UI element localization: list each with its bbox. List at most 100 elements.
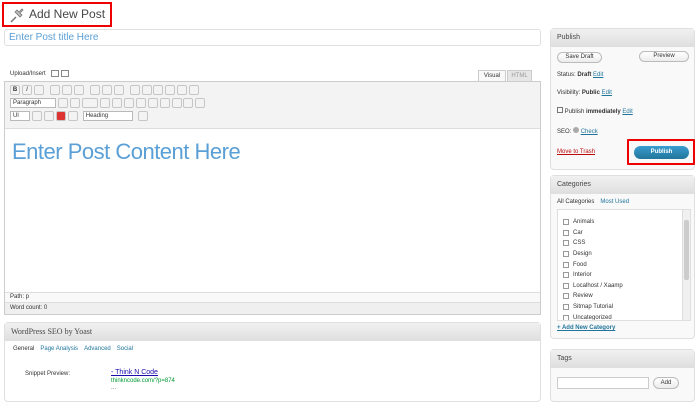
tags-title: Tags bbox=[551, 350, 694, 368]
paste-word-button[interactable] bbox=[111, 98, 122, 108]
category-item[interactable]: Animals bbox=[563, 217, 690, 228]
category-item[interactable]: Review bbox=[563, 291, 690, 302]
status-label: Status: bbox=[557, 72, 576, 78]
category-checkbox[interactable] bbox=[563, 229, 569, 236]
categories-title: Categories bbox=[551, 176, 694, 194]
tag-input[interactable] bbox=[557, 377, 649, 389]
heading-select[interactable]: Heading bbox=[82, 111, 133, 121]
editor-toolbar: B I Paragraph Ul Heading bbox=[5, 82, 540, 129]
category-checkbox[interactable] bbox=[563, 251, 569, 258]
seo-tab-general[interactable]: General bbox=[13, 346, 34, 352]
ul-select[interactable]: Ul bbox=[10, 111, 30, 121]
seo-tab-advanced[interactable]: Advanced bbox=[84, 346, 111, 352]
toolbar-icon-c[interactable] bbox=[67, 111, 78, 121]
editor-path: Path: p bbox=[5, 292, 540, 302]
category-checkbox[interactable] bbox=[563, 282, 569, 289]
category-item[interactable]: Localhost / Xaamp bbox=[563, 281, 690, 292]
indent-button[interactable] bbox=[159, 98, 170, 108]
category-item[interactable]: Sitmap Tutorial bbox=[563, 302, 690, 313]
status-edit-link[interactable]: Edit bbox=[593, 72, 603, 78]
snippet-label: Snippet Preview: bbox=[25, 371, 71, 377]
seo-check-link[interactable]: Check bbox=[581, 129, 598, 135]
tab-visual[interactable]: Visual bbox=[478, 70, 506, 81]
category-item[interactable]: Car bbox=[563, 228, 690, 239]
publish-edit-link[interactable]: Edit bbox=[622, 109, 632, 115]
category-item[interactable]: Uncategorized bbox=[563, 312, 690, 320]
tags-box: Tags Add bbox=[550, 349, 695, 402]
spellcheck-button[interactable] bbox=[165, 85, 176, 95]
category-item[interactable]: CSS bbox=[563, 238, 690, 249]
category-checkbox[interactable] bbox=[563, 272, 569, 279]
toolbar-row-1: B I bbox=[10, 85, 535, 98]
seo-row: SEO: Check bbox=[557, 127, 598, 135]
toolbar-icon-b[interactable] bbox=[43, 111, 54, 121]
seo-tab-page-analysis[interactable]: Page Analysis bbox=[40, 346, 78, 352]
snippet-title[interactable]: - Think N Code bbox=[111, 369, 158, 376]
status-value: Draft bbox=[577, 72, 592, 78]
more-tag-button[interactable] bbox=[153, 85, 164, 95]
category-checkbox[interactable] bbox=[563, 314, 569, 320]
categories-box: Categories All Categories Most Used Anim… bbox=[550, 175, 695, 339]
add-tag-button[interactable]: Add bbox=[653, 377, 679, 389]
outdent-button[interactable] bbox=[147, 98, 158, 108]
category-checkbox[interactable] bbox=[563, 304, 569, 311]
seo-status-icon bbox=[573, 127, 580, 133]
align-right-button[interactable] bbox=[113, 85, 124, 95]
paste-text-button[interactable] bbox=[99, 98, 110, 108]
category-checkbox[interactable] bbox=[563, 293, 569, 300]
post-title-input[interactable]: Enter Post title Here bbox=[4, 29, 541, 46]
move-to-trash-link[interactable]: Move to Trash bbox=[557, 149, 595, 155]
category-scrollbar-thumb[interactable] bbox=[684, 220, 689, 280]
unlink-button[interactable] bbox=[141, 85, 152, 95]
bullet-list-button[interactable] bbox=[49, 85, 60, 95]
bold-button[interactable]: B bbox=[10, 85, 20, 95]
table-button[interactable] bbox=[137, 111, 148, 121]
toolbar-icon-red[interactable] bbox=[55, 111, 66, 121]
redo-button[interactable] bbox=[183, 98, 194, 108]
category-checkbox[interactable] bbox=[563, 219, 569, 226]
seo-box: WordPress SEO by Yoast General Page Anal… bbox=[4, 322, 541, 402]
category-item[interactable]: Design bbox=[563, 249, 690, 260]
category-item[interactable]: Interior bbox=[563, 270, 690, 281]
justify-button[interactable] bbox=[69, 98, 80, 108]
publish-box: Publish Save Draft Preview Status: Draft… bbox=[550, 28, 695, 170]
post-content-placeholder[interactable]: Enter Post Content Here bbox=[12, 139, 241, 165]
strikethrough-button[interactable] bbox=[33, 85, 44, 95]
blockquote-button[interactable] bbox=[73, 85, 84, 95]
save-draft-button[interactable]: Save Draft bbox=[557, 52, 602, 63]
fullscreen-button[interactable] bbox=[177, 85, 188, 95]
category-checkbox[interactable] bbox=[563, 240, 569, 247]
add-media-icon[interactable] bbox=[61, 70, 69, 77]
category-item[interactable]: Food bbox=[563, 259, 690, 270]
underline-button[interactable] bbox=[57, 98, 68, 108]
numbered-list-button[interactable] bbox=[61, 85, 72, 95]
tab-html[interactable]: HTML bbox=[507, 70, 532, 81]
visibility-edit-link[interactable]: Edit bbox=[602, 90, 612, 96]
italic-button[interactable]: I bbox=[21, 85, 32, 95]
add-image-icon[interactable] bbox=[51, 70, 59, 77]
align-center-button[interactable] bbox=[101, 85, 112, 95]
category-scrollbar[interactable] bbox=[682, 210, 690, 320]
tab-most-used[interactable]: Most Used bbox=[600, 199, 629, 205]
visibility-label: Visibility: bbox=[557, 90, 581, 96]
toolbar-icon-a[interactable] bbox=[31, 111, 42, 121]
help-button[interactable] bbox=[195, 98, 206, 108]
publish-button[interactable]: Publish bbox=[634, 146, 689, 159]
link-button[interactable] bbox=[129, 85, 140, 95]
kitchen-sink-button[interactable] bbox=[189, 85, 200, 95]
preview-button[interactable]: Preview bbox=[639, 51, 689, 62]
format-select[interactable]: Paragraph bbox=[10, 98, 56, 108]
upload-insert-label[interactable]: Upload/Insert bbox=[10, 71, 46, 77]
seo-tabs: General Page Analysis Advanced Social bbox=[5, 341, 540, 357]
text-color-button[interactable] bbox=[81, 98, 98, 108]
special-char-button[interactable] bbox=[135, 98, 146, 108]
undo-button[interactable] bbox=[171, 98, 182, 108]
remove-format-button[interactable] bbox=[123, 98, 134, 108]
publish-value: immediately bbox=[586, 109, 621, 115]
align-left-button[interactable] bbox=[89, 85, 100, 95]
add-new-category-link[interactable]: + Add New Category bbox=[557, 325, 615, 331]
word-count: Word count: 0 bbox=[5, 302, 540, 314]
seo-tab-social[interactable]: Social bbox=[117, 346, 133, 352]
category-checkbox[interactable] bbox=[563, 261, 569, 268]
tab-all-categories[interactable]: All Categories bbox=[557, 199, 594, 205]
